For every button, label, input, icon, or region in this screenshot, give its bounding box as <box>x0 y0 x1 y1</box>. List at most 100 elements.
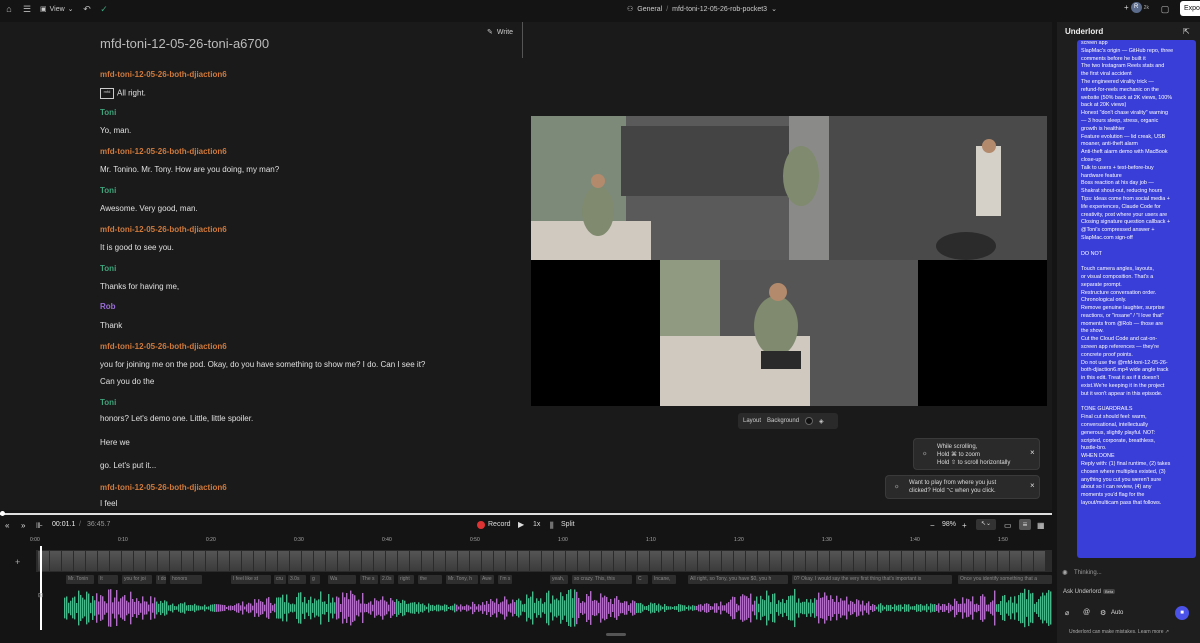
play-icon[interactable]: ▶ <box>518 520 524 529</box>
zoom-in-icon[interactable]: + <box>962 521 967 530</box>
grid-view-icon[interactable]: ▦ <box>1037 521 1045 530</box>
caption-segment[interactable]: 0? Okay. I would say the very first thin… <box>792 575 952 584</box>
speaker-label[interactable]: mfd-toni-12-05-26-both-djiaction6 <box>100 225 227 234</box>
script-editor[interactable]: mfd-toni-12-05-26-toni-a6700 ✎ Write mfd-… <box>0 22 525 510</box>
caption-segment[interactable]: you for joi <box>122 575 152 584</box>
editor-scrollbar[interactable] <box>522 22 523 58</box>
speaker-label[interactable]: mfd-toni-12-05-26-both-djiaction6 <box>100 342 227 351</box>
speaker-label[interactable]: mfd-toni-12-05-26-both-djiaction6 <box>100 147 227 156</box>
collaborators[interactable]: + R 2k <box>1124 2 1149 13</box>
transcript-line[interactable]: Awesome. Very good, man. <box>100 204 198 213</box>
transcript-line[interactable]: honors? Let's demo one. Little, little s… <box>100 414 253 423</box>
timeline-scrubber[interactable] <box>0 513 1052 515</box>
layout-button[interactable]: Layout <box>743 418 761 424</box>
transcript-line[interactable]: go. Let's put it... <box>100 461 156 470</box>
close-icon[interactable]: × <box>1030 449 1035 457</box>
caption-segment[interactable]: Awe <box>480 575 494 584</box>
transcript-text: Awesome. Very good, man. <box>100 204 198 213</box>
bookmark-icon[interactable]: ⊪ <box>36 521 43 530</box>
speed-button[interactable]: 1x <box>533 521 540 528</box>
caption-segment[interactable]: Mr. Tonin <box>66 575 94 584</box>
caption-segment[interactable]: The s <box>360 575 378 584</box>
message-line: moaner, anti-theft alarm <box>1081 141 1138 148</box>
transcript-line[interactable]: you for joining me on the pod. Okay, do … <box>100 360 425 369</box>
caption-segment[interactable]: 3.0s <box>288 575 306 584</box>
waveform-bar <box>754 600 756 616</box>
transcript-line[interactable]: It is good to see you. <box>100 243 174 252</box>
caption-track[interactable]: Mr. Tonin It you for joi I do honors I feel l… <box>36 575 1052 584</box>
chat-input[interactable]: Ask Underlord Beta <box>1063 589 1116 595</box>
transcript-line[interactable]: Yo, man. <box>100 126 131 135</box>
caption-segment[interactable]: Once you identify something that a <box>958 575 1052 584</box>
speaker-label[interactable]: Toni <box>100 264 116 273</box>
caption-segment[interactable]: yeah, <box>550 575 568 584</box>
message-line: exist.We're keeping it in the project <box>1081 383 1165 390</box>
close-icon[interactable]: × <box>1030 482 1035 490</box>
speaker-label[interactable]: mfd-toni-12-05-26-both-djiaction6 <box>100 70 227 79</box>
transcript-line[interactable]: I feel <box>100 499 117 508</box>
speaker-label[interactable]: Toni <box>100 108 116 117</box>
background-color-swatch[interactable] <box>805 417 814 425</box>
transcript-line[interactable]: Here we <box>100 438 130 447</box>
background-button[interactable]: Background <box>767 418 799 424</box>
time-ruler[interactable]: 0:00 0:10 0:20 0:30 0:40 0:50 1:00 1:10 1:20 1:30… <box>30 537 1052 545</box>
menu-icon[interactable]: ☰ <box>22 4 32 14</box>
caption-segment[interactable]: I'm s <box>498 575 512 584</box>
speaker-label[interactable]: Rob <box>100 302 116 311</box>
layers-icon[interactable]: ◈ <box>819 418 824 425</box>
audio-waveform[interactable] <box>36 586 1052 630</box>
comment-icon[interactable]: ▢ <box>1160 4 1170 14</box>
caption-segment[interactable]: right <box>398 575 414 584</box>
split-button[interactable]: Split <box>561 521 575 528</box>
clip-marker[interactable]: mfd <box>100 88 114 99</box>
skip-back-icon[interactable]: « <box>5 521 9 530</box>
mention-icon[interactable]: @ <box>1083 609 1090 616</box>
transcript-line[interactable]: mfd All right. <box>100 88 146 99</box>
cursor-tool-icon[interactable]: ↖⌄ <box>976 519 996 530</box>
add-collaborator-icon[interactable]: + <box>1124 3 1129 12</box>
list-view-icon[interactable]: ≡ <box>1019 519 1031 530</box>
write-button[interactable]: ✎ Write <box>487 28 513 37</box>
zoom-out-icon[interactable]: − <box>930 521 935 530</box>
speaker-label[interactable]: Toni <box>100 398 116 407</box>
video-track[interactable] <box>36 550 1052 572</box>
transcript-line[interactable]: Thank <box>100 321 122 330</box>
transcript-line[interactable]: Mr. Tonino. Mr. Tony. How are you doing,… <box>100 165 279 174</box>
caption-segment[interactable]: I feel like st <box>231 575 271 584</box>
expand-panel-icon[interactable]: ⇱ <box>1183 27 1190 36</box>
caption-segment[interactable]: Incane, <box>652 575 676 584</box>
gear-icon[interactable]: ⚙ <box>1100 609 1106 617</box>
caption-segment[interactable]: g <box>310 575 320 584</box>
caption-segment[interactable]: the <box>418 575 442 584</box>
caption-segment[interactable]: cru <box>274 575 286 584</box>
timeline-resize-handle[interactable] <box>606 633 626 636</box>
speaker-label[interactable]: mfd-toni-12-05-26-both-djiaction6 <box>100 483 227 492</box>
skip-forward-icon[interactable]: » <box>21 521 25 530</box>
caption-segment[interactable]: All right, so Tony, you have $0, you h <box>688 575 788 584</box>
caption-segment[interactable]: It <box>98 575 118 584</box>
model-select[interactable]: Auto <box>1111 610 1123 616</box>
export-button[interactable]: Expo <box>1180 1 1200 16</box>
add-track-icon[interactable]: + <box>15 557 20 567</box>
waveform-bar <box>824 592 826 624</box>
caption-segment[interactable]: Wa <box>328 575 356 584</box>
undo-icon[interactable]: ↶ <box>82 4 92 14</box>
caption-segment[interactable]: honors <box>170 575 202 584</box>
view-menu-button[interactable]: ▣ View ⌄ <box>40 3 74 15</box>
caption-segment[interactable]: I do <box>156 575 166 584</box>
transcript-line[interactable]: Can you do the <box>100 377 154 386</box>
send-button[interactable]: ■ <box>1175 606 1189 620</box>
transcript-line[interactable]: Thanks for having me, <box>100 282 179 291</box>
message-line: SlapMac.com sign-off <box>1081 234 1133 241</box>
caption-segment[interactable]: so crazy. This, this <box>572 575 632 584</box>
fit-icon[interactable]: ▭ <box>1004 521 1012 530</box>
speaker-label[interactable]: Toni <box>100 186 116 195</box>
caption-segment[interactable]: Mr. Tony, h <box>446 575 478 584</box>
caption-segment[interactable]: 2.0s <box>380 575 394 584</box>
scrubber-handle[interactable] <box>0 511 5 516</box>
attach-icon[interactable]: ⌀ <box>1065 609 1069 617</box>
project-breadcrumb[interactable]: ⚇ General / mfd-toni-12-05-26-rob-pocket3 ⌄ <box>627 3 777 15</box>
record-button[interactable]: Record <box>488 521 511 528</box>
caption-segment[interactable]: C <box>636 575 648 584</box>
home-icon[interactable]: ⌂ <box>4 4 14 14</box>
